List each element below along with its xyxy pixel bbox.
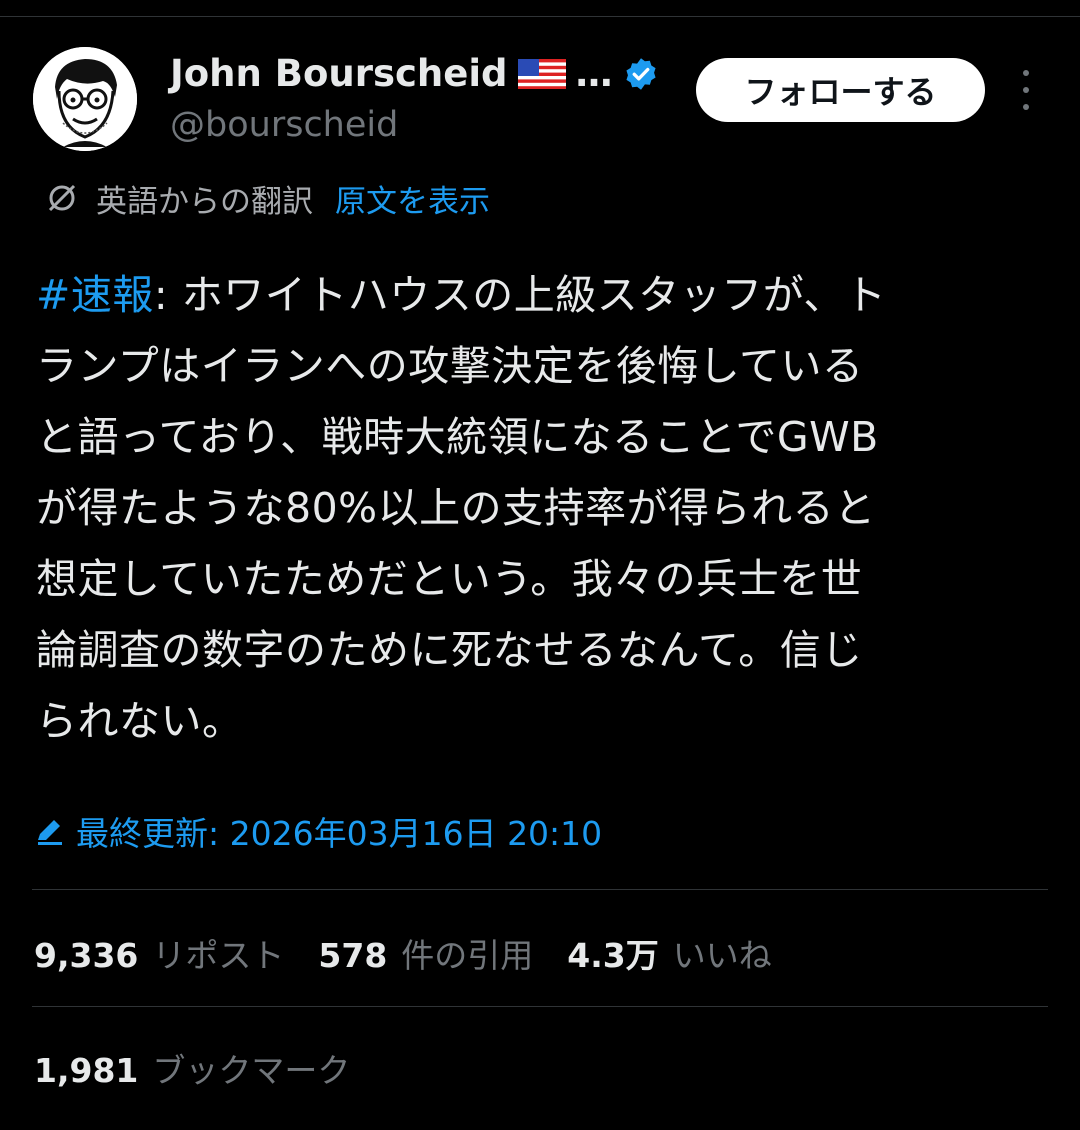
divider bbox=[32, 1006, 1048, 1007]
tweet-line-7: られない。 bbox=[36, 697, 244, 745]
quotes-stat[interactable]: 578 件の引用 bbox=[318, 929, 533, 977]
tweet-line-3: と語っており、戦時大統領になることでGWB bbox=[36, 413, 879, 461]
hashtag-link[interactable]: #速報 bbox=[36, 271, 154, 319]
tweet-text: #速報: ホワイトハウスの上級スタッフが、ト ランプはイランへの攻撃決定を後悔し… bbox=[36, 260, 1046, 757]
engagement-stats: 9,336 リポスト 578 件の引用 4.3万 いいね bbox=[34, 928, 806, 978]
show-original-link[interactable]: 原文を表示 bbox=[335, 176, 490, 221]
bookmarks-stat[interactable]: 1,981 ブックマーク bbox=[34, 1044, 350, 1094]
likes-stat[interactable]: 4.3万 いいね bbox=[567, 929, 771, 977]
more-dot bbox=[1023, 87, 1029, 93]
author-name[interactable]: John Bourscheid bbox=[170, 50, 508, 98]
reposts-stat[interactable]: 9,336 リポスト bbox=[34, 929, 284, 977]
avatar-caricature-icon bbox=[33, 47, 137, 151]
verified-badge-icon[interactable] bbox=[623, 56, 659, 92]
tweet-line-text: : ホワイトハウスの上級スタッフが、ト bbox=[153, 271, 887, 319]
translation-label: 英語からの翻訳 bbox=[96, 183, 313, 220]
translation-row: 英語からの翻訳 原文を表示 bbox=[44, 176, 490, 220]
tweet-line-6: 論調査の数字のために死なせるなんて。信じ bbox=[36, 626, 863, 674]
edit-pencil-icon bbox=[38, 820, 62, 845]
author-handle[interactable]: @bourscheid bbox=[170, 102, 398, 148]
more-dot bbox=[1023, 70, 1029, 76]
top-divider bbox=[0, 16, 1080, 17]
reposts-count: 9,336 bbox=[34, 936, 139, 975]
bookmarks-label: ブックマーク bbox=[152, 1051, 351, 1090]
likes-label: いいね bbox=[672, 936, 772, 975]
likes-count: 4.3万 bbox=[567, 936, 659, 975]
reposts-label: リポスト bbox=[152, 936, 285, 975]
follow-button[interactable]: フォローする bbox=[696, 58, 985, 122]
translate-icon bbox=[48, 184, 76, 212]
tweet-line-4: が得たような80%以上の支持率が得られると bbox=[36, 484, 876, 532]
author-name-ellipsis: … bbox=[575, 52, 613, 95]
more-dot bbox=[1023, 104, 1029, 110]
divider bbox=[32, 889, 1048, 890]
author-name-row[interactable]: John Bourscheid … bbox=[170, 50, 659, 98]
more-options-icon[interactable] bbox=[1008, 70, 1044, 110]
tweet-line-1: #速報: ホワイトハウスの上級スタッフが、ト bbox=[36, 260, 1046, 331]
quotes-count: 578 bbox=[318, 936, 388, 975]
edit-label[interactable]: 最終更新: 2026年03月16日 20:10 bbox=[76, 807, 602, 855]
tweet-line-2: ランプはイランへの攻撃決定を後悔している bbox=[36, 342, 864, 390]
tweet-line-5: 想定していたためだという。我々の兵士を世 bbox=[36, 555, 863, 603]
edit-history-link[interactable]: 最終更新: 2026年03月16日 20:10 bbox=[34, 808, 602, 854]
quotes-label: 件の引用 bbox=[401, 936, 534, 975]
avatar[interactable] bbox=[33, 47, 137, 151]
us-flag-icon bbox=[517, 59, 566, 89]
bookmarks-count: 1,981 bbox=[34, 1051, 139, 1090]
